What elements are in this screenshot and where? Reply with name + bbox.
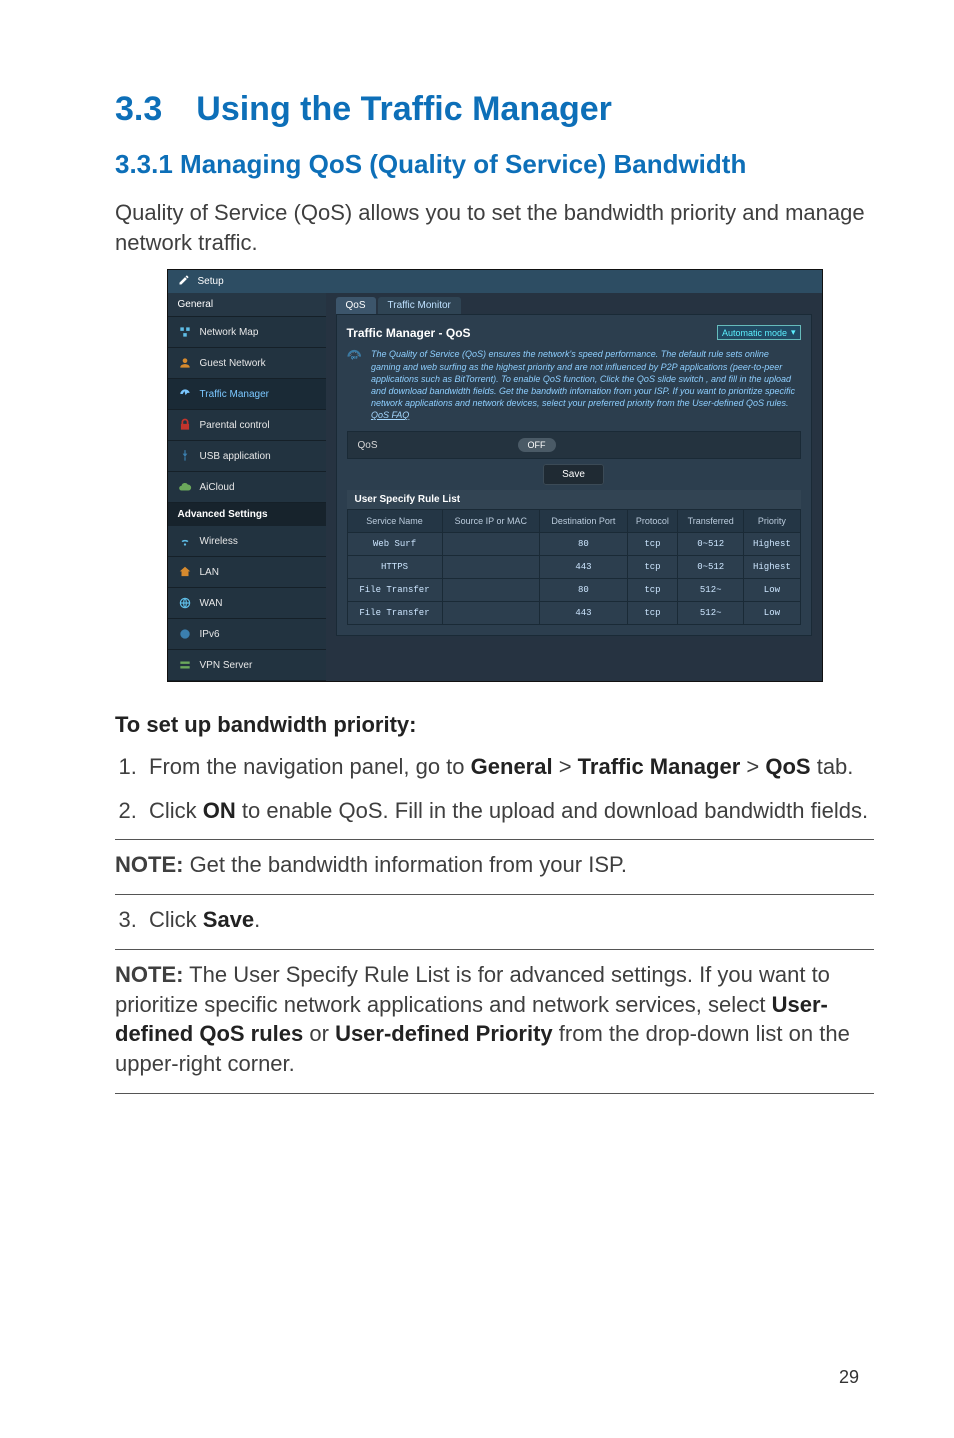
- sidebar-item-wireless[interactable]: Wireless: [168, 526, 326, 557]
- main-panel: QoS Traffic Monitor Traffic Manager - Qo…: [326, 293, 822, 681]
- users-icon: [178, 356, 192, 370]
- wifi-icon: [178, 534, 192, 548]
- note-1: NOTE: Get the bandwidth information from…: [115, 850, 874, 880]
- save-button[interactable]: Save: [543, 464, 604, 485]
- sidebar-item-lan[interactable]: LAN: [168, 557, 326, 588]
- sidebar-item-parental-control[interactable]: Parental control: [168, 410, 326, 441]
- steps-list-cont: Click Save.: [143, 905, 874, 935]
- lock-icon: [178, 418, 192, 432]
- sidebar-item-label: USB application: [200, 451, 271, 462]
- sidebar-item-label: Wireless: [200, 536, 238, 547]
- tab-qos[interactable]: QoS: [336, 297, 376, 314]
- sidebar-item-label: IPv6: [200, 629, 220, 640]
- col-service-name: Service Name: [347, 510, 442, 533]
- sidebar-item-label: VPN Server: [200, 660, 253, 671]
- qos-faq-link[interactable]: QoS FAQ: [371, 410, 409, 420]
- subsection-title: 3.3.1 Managing QoS (Quality of Service) …: [115, 149, 874, 180]
- section-title: 3.3 Using the Traffic Manager: [115, 90, 874, 129]
- divider: [115, 839, 874, 840]
- col-source-ip: Source IP or MAC: [442, 510, 540, 533]
- mode-dropdown[interactable]: Automatic mode ▾: [717, 325, 801, 340]
- intro-text: Quality of Service (QoS) allows you to s…: [115, 198, 874, 257]
- divider: [115, 894, 874, 895]
- divider: [115, 1093, 874, 1094]
- col-dest-port: Destination Port: [540, 510, 628, 533]
- usb-icon: [178, 449, 192, 463]
- vpn-icon: [178, 658, 192, 672]
- qos-toggle[interactable]: OFF: [518, 438, 556, 452]
- steps-heading: To set up bandwidth priority:: [115, 710, 874, 740]
- tab-traffic-monitor[interactable]: Traffic Monitor: [378, 297, 461, 314]
- sidebar-item-network-map[interactable]: Network Map: [168, 317, 326, 348]
- col-priority: Priority: [744, 510, 800, 533]
- sidebar-item-label: Network Map: [200, 327, 259, 338]
- sidebar-item-vpn-server[interactable]: VPN Server: [168, 650, 326, 681]
- table-row: HTTPS443tcp0~512Highest: [347, 556, 800, 579]
- sitemap-icon: [178, 325, 192, 339]
- sidebar-item-usb-application[interactable]: USB application: [168, 441, 326, 472]
- step-3: Click Save.: [143, 905, 874, 935]
- sidebar-item-label: Parental control: [200, 420, 270, 431]
- steps-list: From the navigation panel, go to General…: [143, 752, 874, 825]
- sidebar: General Network Map Guest Network Traffi…: [168, 293, 326, 681]
- sidebar-item-traffic-manager[interactable]: Traffic Manager: [168, 379, 326, 410]
- qos-description: The Quality of Service (QoS) ensures the…: [371, 348, 801, 421]
- rule-table: Service Name Source IP or MAC Destinatio…: [347, 509, 801, 625]
- col-transferred: Transferred: [678, 510, 744, 533]
- rule-list-header: User Specify Rule List: [347, 490, 801, 509]
- home-icon: [178, 565, 192, 579]
- pencil-icon: [178, 274, 190, 289]
- sidebar-item-aicloud[interactable]: AiCloud: [168, 472, 326, 503]
- divider: [115, 949, 874, 950]
- router-screenshot: Setup General Network Map Guest Network …: [167, 269, 823, 682]
- table-row: File Transfer80tcp512~Low: [347, 579, 800, 602]
- sidebar-item-label: Traffic Manager: [200, 389, 269, 400]
- sidebar-general-label: General: [168, 293, 326, 317]
- panel-title: Traffic Manager - QoS: [347, 326, 471, 340]
- gauge-icon: [178, 387, 192, 401]
- step-2: Click ON to enable QoS. Fill in the uplo…: [143, 796, 874, 826]
- setup-label: Setup: [198, 276, 224, 287]
- chevron-down-icon: ▾: [791, 327, 796, 338]
- qos-gauge-icon: QoS: [347, 348, 361, 408]
- qos-label: QoS: [358, 440, 378, 451]
- setup-banner: Setup: [168, 270, 822, 293]
- sidebar-advanced-label: Advanced Settings: [168, 503, 326, 526]
- sidebar-item-wan[interactable]: WAN: [168, 588, 326, 619]
- sidebar-item-guest-network[interactable]: Guest Network: [168, 348, 326, 379]
- note-2: NOTE: The User Specify Rule List is for …: [115, 960, 874, 1079]
- table-row: Web Surf80tcp0~512Highest: [347, 533, 800, 556]
- col-protocol: Protocol: [627, 510, 677, 533]
- sidebar-item-label: Guest Network: [200, 358, 266, 369]
- mode-dropdown-label: Automatic mode: [722, 328, 787, 338]
- page-number: 29: [839, 1367, 859, 1388]
- sidebar-item-label: AiCloud: [200, 482, 235, 493]
- svg-text:QoS: QoS: [350, 356, 357, 360]
- table-row: File Transfer443tcp512~Low: [347, 602, 800, 625]
- sidebar-item-ipv6[interactable]: IPv6: [168, 619, 326, 650]
- step-1: From the navigation panel, go to General…: [143, 752, 874, 782]
- sidebar-item-label: LAN: [200, 567, 219, 578]
- qos-toggle-row: QoS OFF: [347, 431, 801, 459]
- ipv6-icon: [178, 627, 192, 641]
- cloud-icon: [178, 480, 192, 494]
- globe-icon: [178, 596, 192, 610]
- sidebar-item-label: WAN: [200, 598, 223, 609]
